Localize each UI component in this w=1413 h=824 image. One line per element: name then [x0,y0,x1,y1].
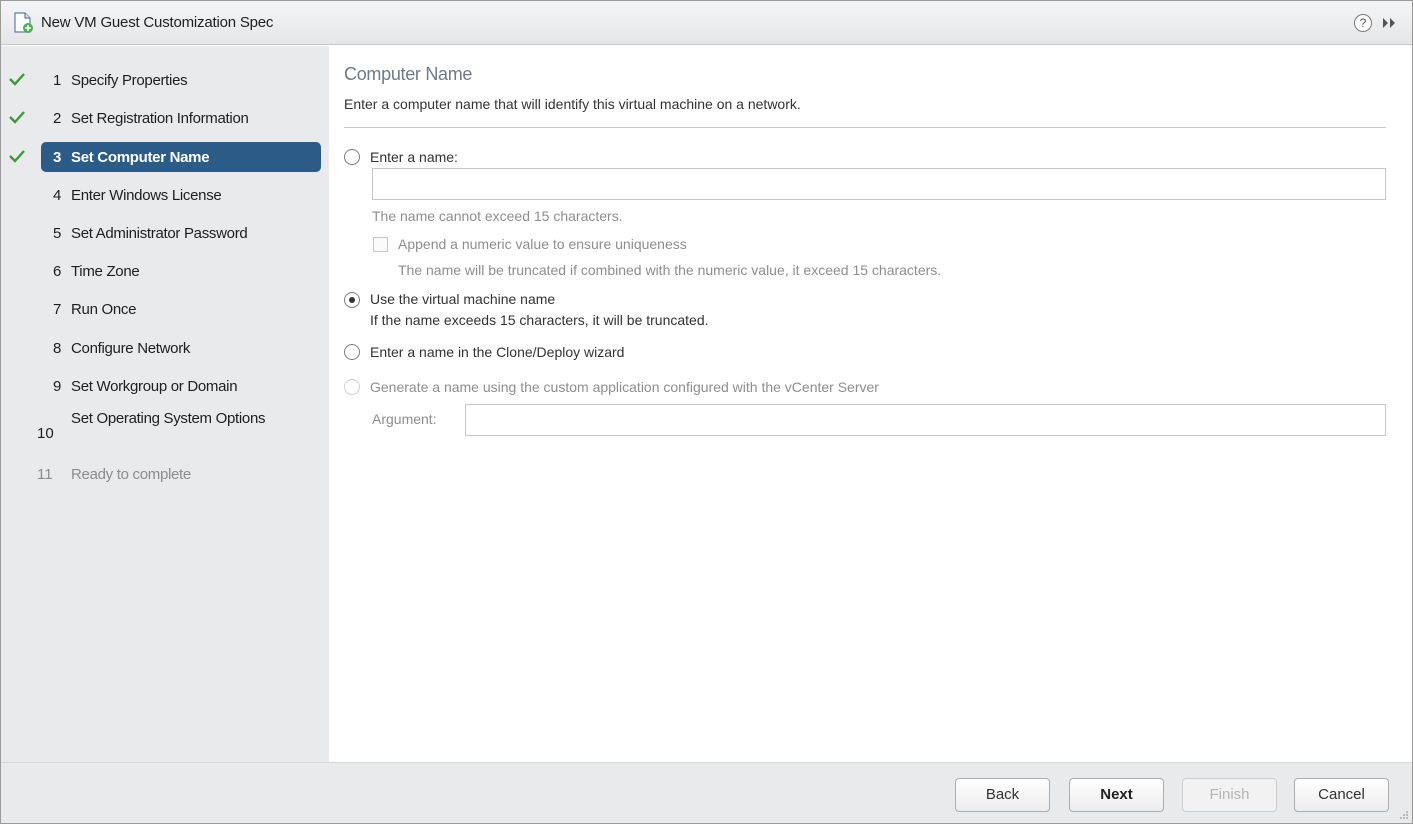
step-set-workgroup-or-domain[interactable]: 9 Set Workgroup or Domain [1,371,329,401]
step-ready-to-complete: 11 Ready to complete [1,459,329,489]
step-set-administrator-password[interactable]: 5 Set Administrator Password [1,218,329,248]
page-title: Computer Name [344,64,473,84]
step-label: Configure Network [71,340,191,357]
step-run-once[interactable]: 7 Run Once [1,294,329,324]
step-label: Set Workgroup or Domain [71,378,238,395]
step-set-registration-information[interactable]: 2 Set Registration Information [1,103,329,133]
enter-name-radio[interactable] [344,149,360,165]
finish-button[interactable]: Finish [1182,778,1277,812]
use-vm-name-radio[interactable] [344,292,360,308]
step-number: 3 [53,149,62,166]
step-number: 7 [53,301,62,318]
step-number: 6 [53,263,62,280]
step-label: Enter Windows License [71,187,222,204]
name-length-hint: The name cannot exceed 15 characters. [372,208,623,224]
step-set-operating-system-options[interactable]: 10 Set Operating System Options [1,410,329,450]
custom-application-label: Generate a name using the custom applica… [370,379,879,395]
step-number: 4 [53,187,62,204]
argument-label: Argument: [372,411,437,427]
step-label: Set Computer Name [71,149,210,166]
step-label: Ready to complete [71,466,191,483]
step-label: Specify Properties [71,72,188,89]
dialog-title: New VM Guest Customization Spec [41,14,274,31]
step-label: Set Administrator Password [71,225,248,242]
page-description: Enter a computer name that will identify… [344,96,801,112]
step-number: 2 [53,110,62,127]
wizard-footer: Back Next Finish Cancel [1,762,1412,823]
step-label: Run Once [71,301,137,318]
step-label: Time Zone [71,263,140,280]
step-enter-windows-license[interactable]: 4 Enter Windows License [1,180,329,210]
step-number: 9 [53,378,62,395]
resize-grip-icon[interactable] [1399,810,1409,820]
append-numeric-hint: The name will be truncated if combined w… [398,262,942,278]
wizard-dialog: New VM Guest Customization Spec ? 1 Spec… [0,0,1413,824]
step-configure-network[interactable]: 8 Configure Network [1,333,329,363]
cancel-button[interactable]: Cancel [1294,778,1389,812]
step-time-zone[interactable]: 6 Time Zone [1,256,329,286]
help-icon[interactable]: ? [1354,14,1372,32]
step-label: Set Operating System Options [71,410,266,427]
main-content: Computer Name Enter a computer name that… [330,46,1412,762]
step-set-computer-name[interactable]: 3 Set Computer Name [1,142,329,172]
append-numeric-label: Append a numeric value to ensure uniquen… [398,236,687,252]
checkmark-icon [9,150,25,163]
step-number: 11 [37,466,53,483]
title-bar: New VM Guest Customization Spec ? [1,1,1412,45]
clone-wizard-label: Enter a name in the Clone/Deploy wizard [370,344,625,360]
step-specify-properties[interactable]: 1 Specify Properties [1,65,329,95]
enter-name-label: Enter a name: [370,149,458,165]
checkmark-icon [9,73,25,86]
custom-application-radio[interactable] [344,379,360,395]
back-button[interactable]: Back [955,778,1050,812]
clone-wizard-radio[interactable] [344,344,360,360]
step-number: 8 [53,340,62,357]
next-button[interactable]: Next [1069,778,1164,812]
checkmark-icon [9,111,25,124]
step-number: 1 [53,72,62,89]
divider [344,127,1386,128]
step-number: 5 [53,225,62,242]
use-vm-name-label: Use the virtual machine name [370,291,556,307]
use-vm-name-hint: If the name exceeds 15 characters, it wi… [370,312,709,328]
computer-name-input[interactable] [372,168,1386,200]
double-chevron-right-icon[interactable] [1381,16,1397,30]
argument-input[interactable] [465,404,1386,436]
document-add-icon [14,12,33,33]
step-label: Set Registration Information [71,110,249,127]
append-numeric-checkbox[interactable] [373,237,388,252]
step-number: 10 [37,425,54,442]
wizard-steps-nav: 1 Specify Properties 2 Set Registration … [1,46,329,762]
